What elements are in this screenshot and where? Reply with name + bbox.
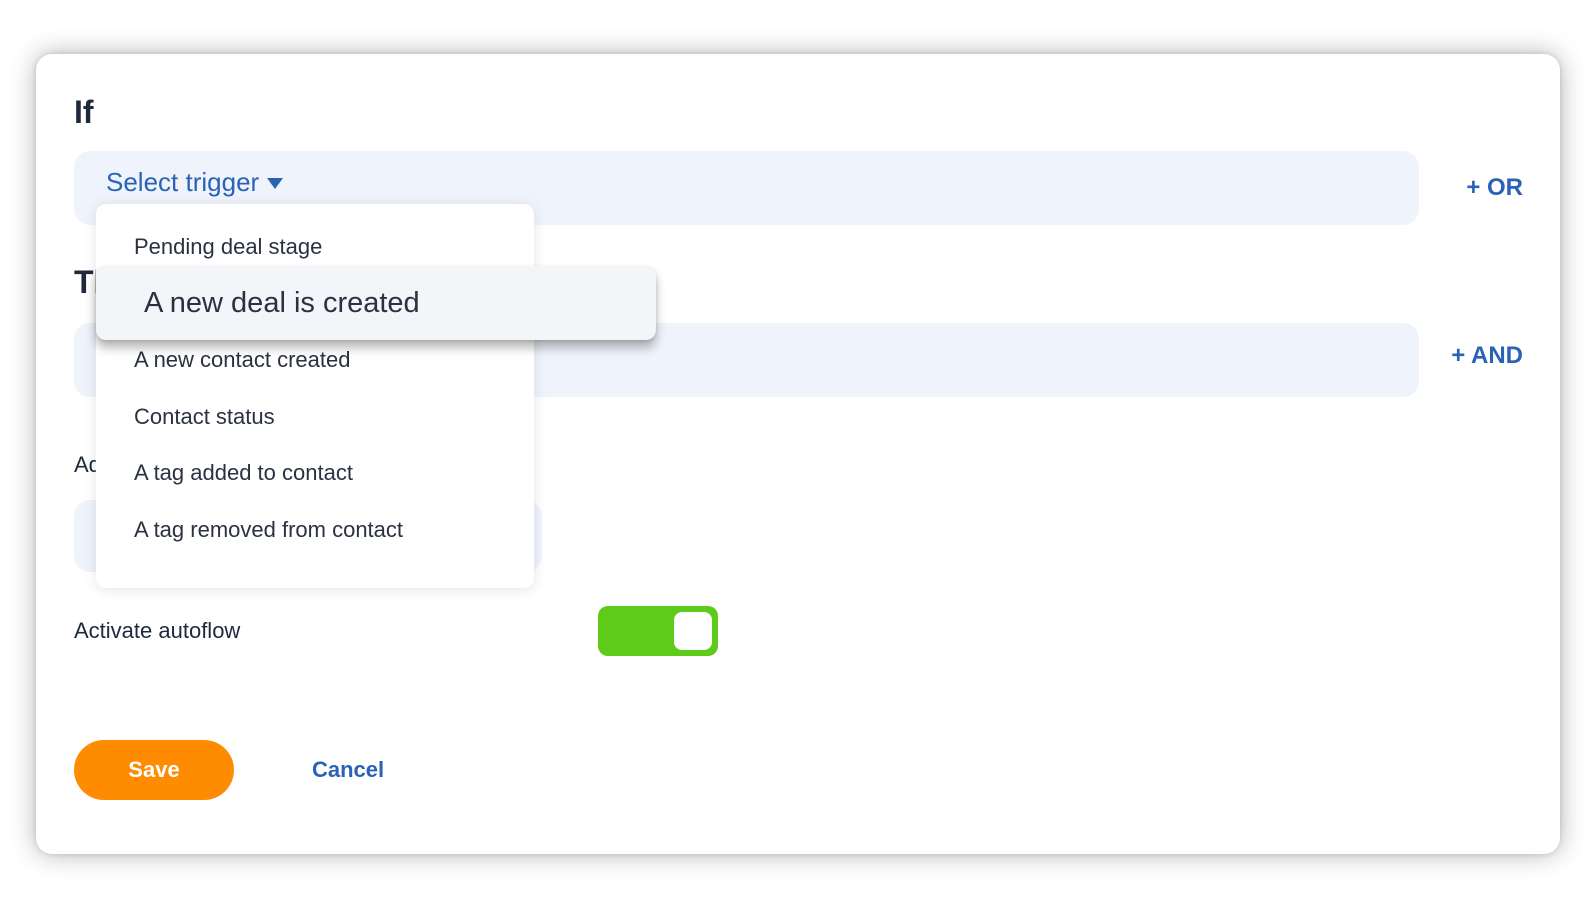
dropdown-item-pending-deal-stage[interactable]: Pending deal stage (134, 234, 322, 260)
dropdown-item-new-contact-created[interactable]: A new contact created (134, 347, 350, 373)
dropdown-item-tag-added[interactable]: A tag added to contact (134, 460, 353, 486)
dropdown-item-contact-status[interactable]: Contact status (134, 404, 275, 430)
dropdown-item-tag-removed[interactable]: A tag removed from contact (134, 517, 403, 543)
add-and-button[interactable]: + AND (1451, 342, 1523, 370)
save-button[interactable]: Save (74, 740, 234, 800)
caret-down-icon (267, 178, 284, 189)
activate-autoflow-toggle[interactable] (598, 606, 718, 656)
if-section-title: If (74, 94, 94, 130)
add-or-button[interactable]: + OR (1466, 174, 1523, 202)
toggle-knob (674, 612, 712, 650)
select-trigger-dropdown[interactable]: Select trigger (106, 167, 284, 198)
cancel-button[interactable]: Cancel (312, 757, 384, 783)
select-trigger-label: Select trigger (106, 167, 260, 197)
activate-autoflow-label: Activate autoflow (74, 618, 241, 643)
dropdown-item-new-deal-created[interactable]: A new deal is created (96, 266, 656, 340)
autoflow-card: If Select trigger + OR Then + AND Add Ac… (36, 54, 1560, 854)
trigger-dropdown-menu: Pending deal stage A new contact created… (96, 204, 534, 588)
